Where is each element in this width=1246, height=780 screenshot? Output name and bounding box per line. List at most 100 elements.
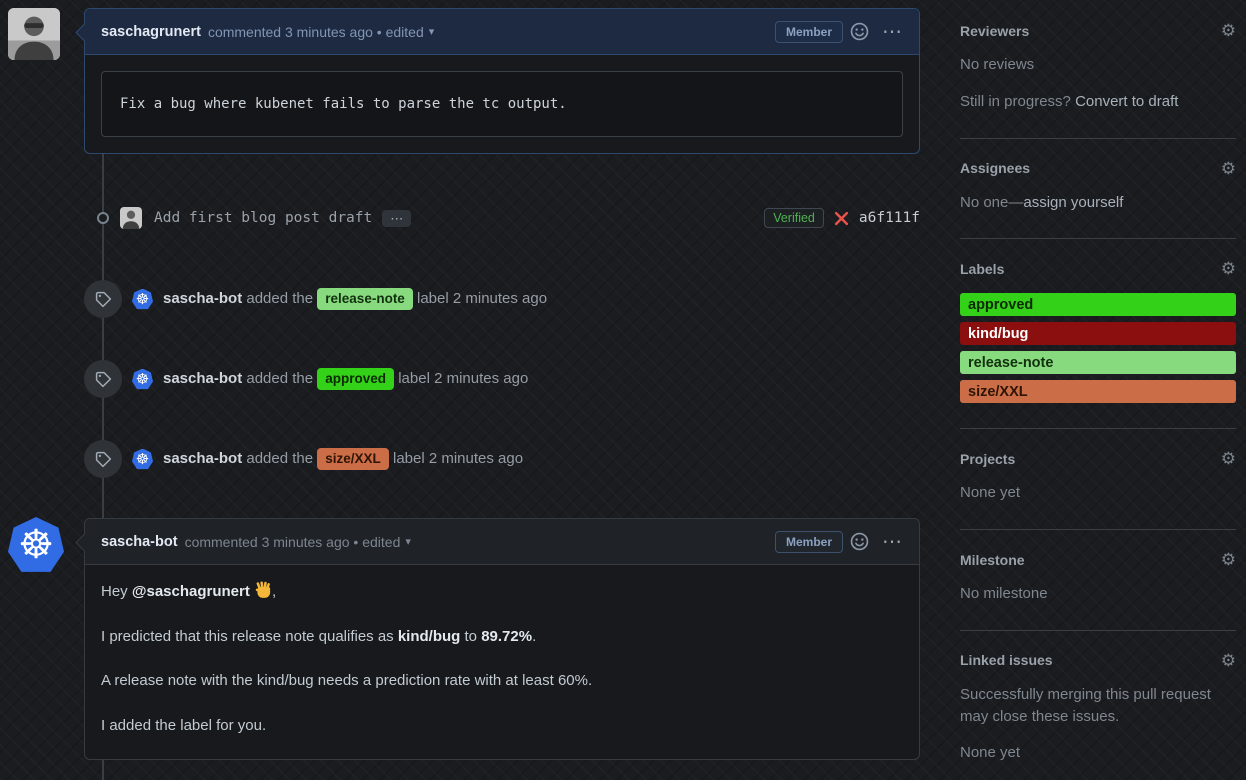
comment-saschagrunert: saschagrunert commented 3 minutes ago • … xyxy=(84,8,920,154)
sidebar-section-reviewers: Reviewers ⚙ No reviews Still in progress… xyxy=(960,22,1236,113)
divider xyxy=(960,138,1236,139)
event-author-link[interactable]: sascha-bot xyxy=(163,290,242,307)
comment-author-link[interactable]: saschagrunert xyxy=(101,24,201,40)
label-event: ☸ sascha-bot added the size/XXL label 2 … xyxy=(84,440,920,478)
paragraph: Hey @saschagrunert , xyxy=(101,581,903,604)
k8s-wheel-icon: ☸ xyxy=(136,370,149,388)
commit-message-link[interactable]: Add first blog post draft xyxy=(154,210,372,226)
paragraph: I added the label for you. xyxy=(101,715,903,738)
projects-empty-text: None yet xyxy=(960,482,1236,504)
bold-text: kind/bug xyxy=(398,628,461,645)
assignees-empty-text: No one— xyxy=(960,194,1023,211)
label-chip[interactable]: release-note xyxy=(317,288,413,310)
comment-body: Hey @saschagrunert , I predicted that th… xyxy=(85,565,919,759)
label-event: ☸ sascha-bot added the release-note labe… xyxy=(84,280,920,318)
code-text: Fix a bug where kubenet fails to parse t… xyxy=(120,96,567,112)
event-action: added the xyxy=(246,290,313,307)
comment-author-link[interactable]: sascha-bot xyxy=(101,534,178,550)
sidebar-label-size-xxl[interactable]: size/XXL xyxy=(960,380,1236,403)
event-action: added the xyxy=(246,450,313,467)
add-reaction-icon[interactable] xyxy=(850,22,869,41)
gear-icon[interactable]: ⚙ xyxy=(1221,160,1236,177)
kebab-menu-icon[interactable]: ⋯ xyxy=(882,532,903,552)
portrait-photo xyxy=(8,8,60,60)
paragraph: I predicted that this release note quali… xyxy=(101,626,903,649)
sidebar-label-release-note[interactable]: release-note xyxy=(960,351,1236,374)
commit-event: Add first blog post draft ⋯ Verified a6f… xyxy=(84,204,920,232)
tag-icon xyxy=(84,440,122,478)
pr-conversation-page: ☸ saschagrunert commented 3 minutes ago … xyxy=(0,0,1246,780)
sascha-bot-avatar-small[interactable]: ☸ xyxy=(132,369,153,390)
label-event: ☸ sascha-bot added the approved label 2 … xyxy=(84,360,920,398)
commit-author-avatar[interactable] xyxy=(120,207,142,229)
gear-icon[interactable]: ⚙ xyxy=(1221,260,1236,277)
sidebar-label-approved[interactable]: approved xyxy=(960,293,1236,316)
saschagrunert-avatar[interactable] xyxy=(8,8,60,60)
gear-icon[interactable]: ⚙ xyxy=(1221,551,1236,568)
mention-link[interactable]: @saschagrunert xyxy=(132,583,250,600)
label-chip[interactable]: size/XXL xyxy=(317,448,389,470)
check-failed-x-icon[interactable] xyxy=(834,211,849,226)
sidebar-section-milestone: Milestone ⚙ No milestone xyxy=(960,551,1236,605)
reviewers-empty-text: No reviews xyxy=(960,54,1236,76)
divider xyxy=(960,238,1236,239)
sascha-bot-avatar[interactable]: ☸ xyxy=(8,517,64,573)
tag-icon xyxy=(84,360,122,398)
gear-icon[interactable]: ⚙ xyxy=(1221,652,1236,669)
sascha-bot-avatar-small[interactable]: ☸ xyxy=(132,289,153,310)
event-suffix: label 2 minutes ago xyxy=(417,290,547,307)
sidebar: Reviewers ⚙ No reviews Still in progress… xyxy=(960,22,1236,780)
text: , xyxy=(272,583,276,600)
bubble-caret xyxy=(75,533,93,551)
linked-issues-desc: Successfully merging this pull request m… xyxy=(960,684,1236,728)
sascha-bot-avatar-small[interactable]: ☸ xyxy=(132,449,153,470)
comment-meta: commented 3 minutes ago • edited xyxy=(208,24,424,40)
sidebar-section-projects: Projects ⚙ None yet xyxy=(960,450,1236,504)
event-suffix: label 2 minutes ago xyxy=(398,370,528,387)
commit-more-button[interactable]: ⋯ xyxy=(382,210,411,227)
bubble-caret xyxy=(75,23,93,41)
milestone-empty-text: No milestone xyxy=(960,583,1236,605)
divider xyxy=(960,529,1236,530)
comment-body: Fix a bug where kubenet fails to parse t… xyxy=(85,55,919,153)
member-badge: Member xyxy=(775,531,843,553)
edited-dropdown-caret-icon[interactable]: ▾ xyxy=(405,535,411,548)
gear-icon[interactable]: ⚙ xyxy=(1221,450,1236,467)
draft-hint-text: Still in progress? xyxy=(960,93,1071,110)
kebab-menu-icon[interactable]: ⋯ xyxy=(882,22,903,42)
sidebar-section-linked-issues: Linked issues ⚙ Successfully merging thi… xyxy=(960,652,1236,764)
event-text: sascha-bot added the release-note label … xyxy=(163,288,547,310)
paragraph: A release note with the kind/bug needs a… xyxy=(101,670,903,693)
event-author-link[interactable]: sascha-bot xyxy=(163,370,242,387)
commit-dot-icon xyxy=(96,211,110,225)
tag-icon xyxy=(84,280,122,318)
section-title: Assignees xyxy=(960,160,1030,176)
code-block: Fix a bug where kubenet fails to parse t… xyxy=(101,71,903,137)
section-title: Labels xyxy=(960,261,1004,277)
text: . xyxy=(532,628,536,645)
edited-dropdown-caret-icon[interactable]: ▾ xyxy=(429,25,435,38)
assign-yourself-link[interactable]: assign yourself xyxy=(1023,194,1123,211)
text: I predicted that this release note quali… xyxy=(101,628,398,645)
add-reaction-icon[interactable] xyxy=(850,532,869,551)
sidebar-section-labels: Labels ⚙ approved kind/bug release-note … xyxy=(960,260,1236,403)
verified-badge[interactable]: Verified xyxy=(764,208,824,228)
commit-hash-link[interactable]: a6f111f xyxy=(859,210,920,226)
bold-text: 89.72% xyxy=(481,628,532,645)
event-author-link[interactable]: sascha-bot xyxy=(163,450,242,467)
text: to xyxy=(460,628,481,645)
linked-issues-empty-text: None yet xyxy=(960,742,1236,764)
event-suffix: label 2 minutes ago xyxy=(393,450,523,467)
section-title: Reviewers xyxy=(960,23,1029,39)
member-badge: Member xyxy=(775,21,843,43)
comment-meta: commented 3 minutes ago • edited xyxy=(185,534,401,550)
label-chip[interactable]: approved xyxy=(317,368,394,390)
event-action: added the xyxy=(246,370,313,387)
divider xyxy=(960,428,1236,429)
k8s-wheel-icon: ☸ xyxy=(18,525,54,565)
sidebar-label-kind-bug[interactable]: kind/bug xyxy=(960,322,1236,345)
gear-icon[interactable]: ⚙ xyxy=(1221,22,1236,39)
comment-header: sascha-bot commented 3 minutes ago • edi… xyxy=(85,519,919,565)
sidebar-section-assignees: Assignees ⚙ No one—assign yourself xyxy=(960,160,1236,214)
convert-to-draft-link[interactable]: Convert to draft xyxy=(1075,93,1178,110)
